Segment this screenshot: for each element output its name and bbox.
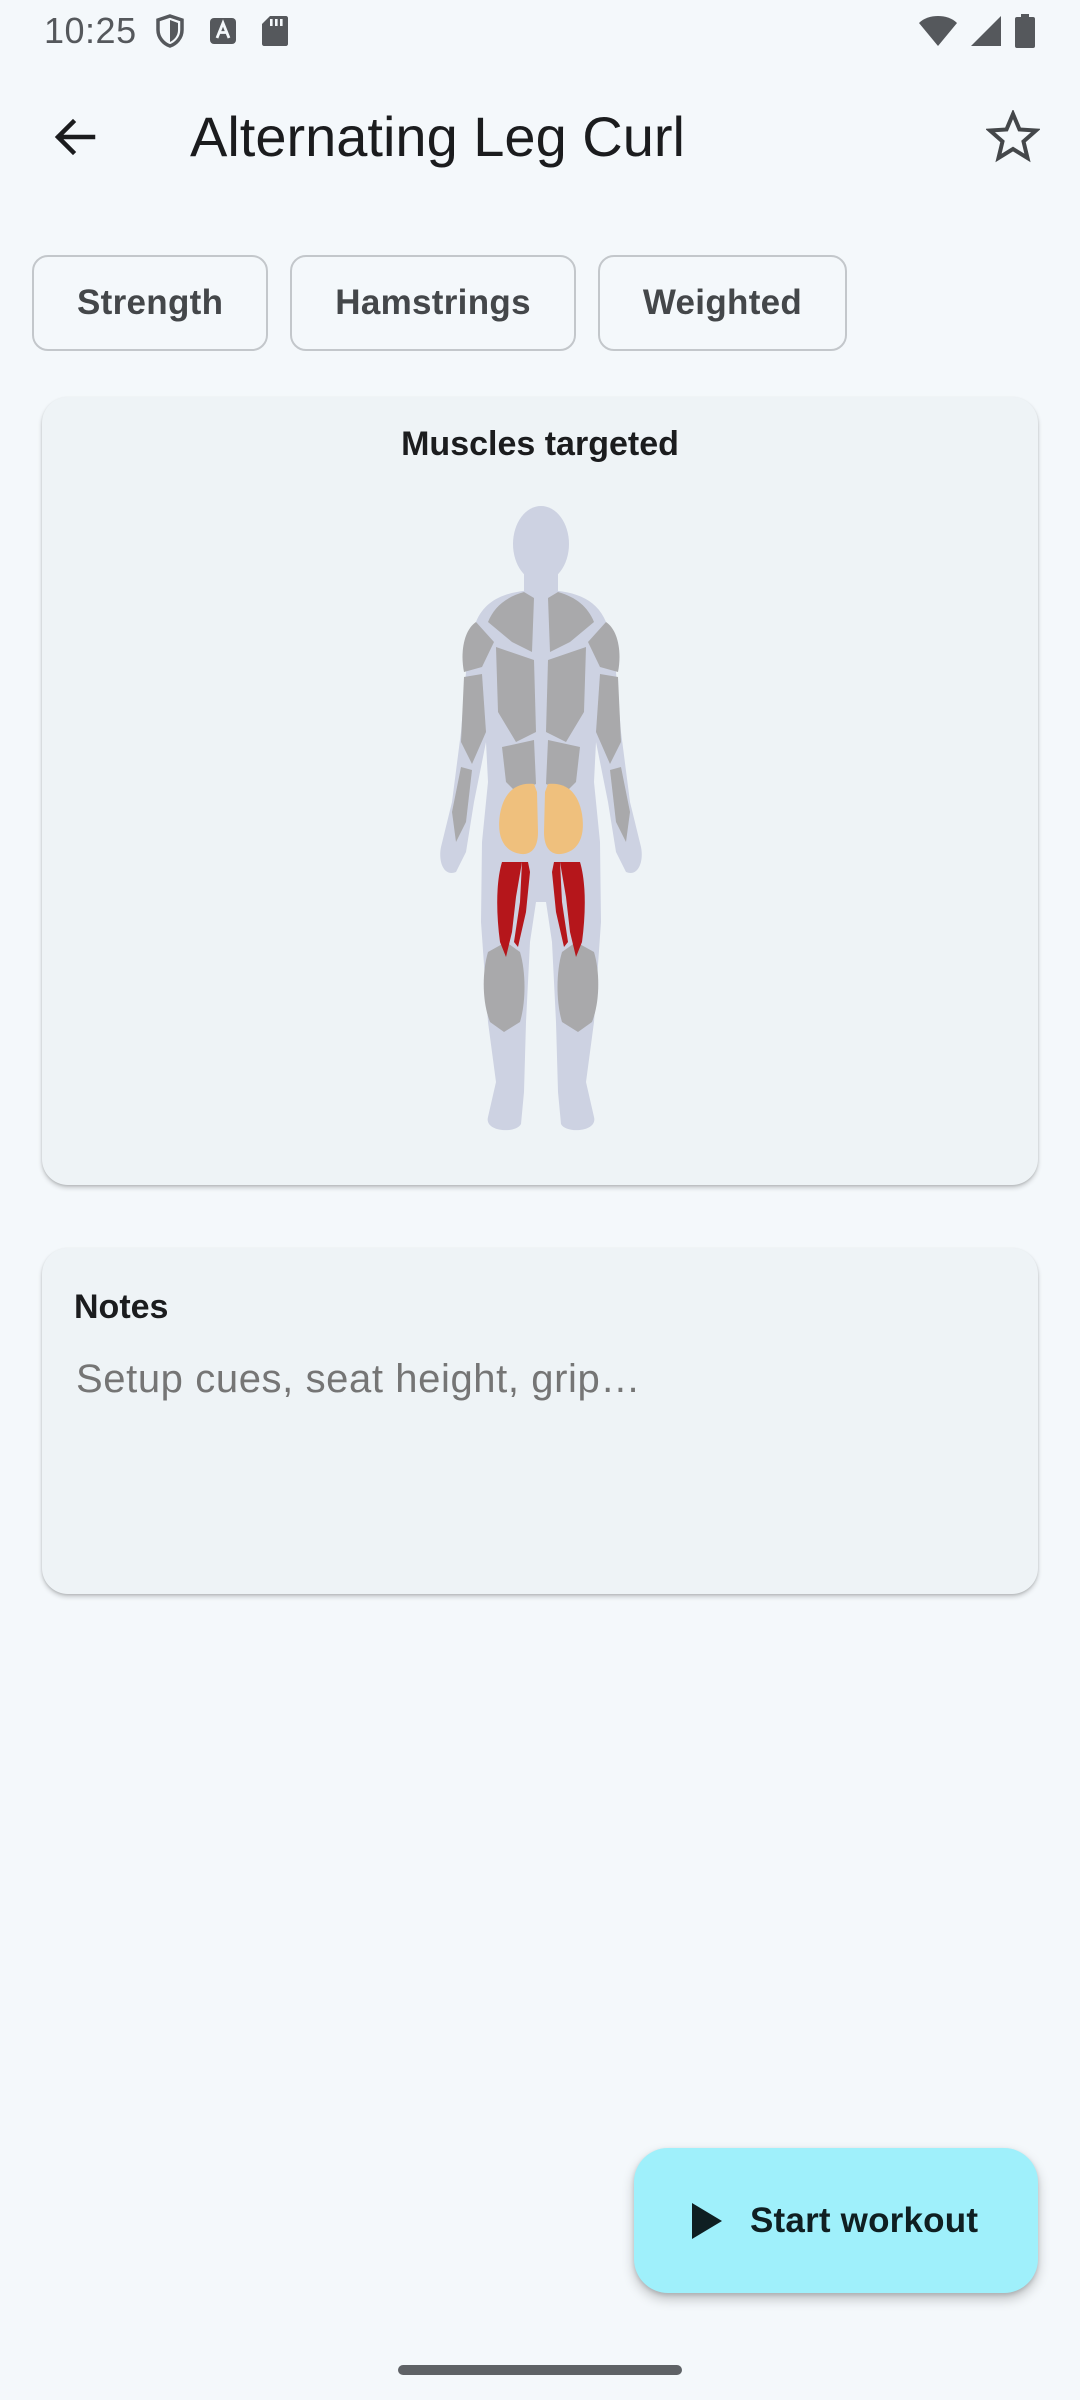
favorite-button[interactable]: [968, 92, 1058, 182]
shield-icon: [155, 14, 184, 48]
status-left-icons: [155, 14, 289, 48]
battery-icon: [1015, 14, 1035, 48]
chip-weighted[interactable]: Weighted: [597, 255, 848, 351]
start-workout-button[interactable]: Start workout: [634, 2148, 1038, 2293]
wifi-icon: [919, 16, 957, 46]
notes-title: Notes: [74, 1288, 169, 1326]
status-right-icons: [918, 14, 1036, 48]
sd-card-icon: [261, 16, 288, 46]
chip-strength[interactable]: Strength: [32, 255, 269, 351]
muscles-card-title: Muscles targeted: [401, 425, 679, 463]
muscles-targeted-card: Muscles targeted: [42, 397, 1038, 1185]
a-notification-icon: [209, 18, 236, 44]
status-bar: 10:25: [0, 0, 1080, 62]
start-workout-label: Start workout: [750, 2200, 979, 2240]
play-icon: [692, 2202, 722, 2239]
page-title: Alternating Leg Curl: [190, 105, 685, 168]
notes-card: Notes: [42, 1248, 1038, 1594]
star-outline-icon: [986, 110, 1040, 163]
gesture-navigation-bar[interactable]: [398, 2365, 682, 2375]
cell-signal-icon: [971, 16, 1001, 46]
status-time: 10:25: [44, 10, 137, 51]
exercise-tags: Strength Hamstrings Weighted: [32, 255, 848, 351]
top-app-bar: Alternating Leg Curl: [0, 62, 1080, 212]
arrow-back-icon: [54, 118, 96, 156]
body-muscle-map: [440, 506, 642, 1131]
notes-input[interactable]: [74, 1356, 998, 1403]
back-button[interactable]: [30, 92, 120, 182]
chip-hamstrings[interactable]: Hamstrings: [290, 255, 576, 351]
body-silhouette: [440, 506, 642, 1131]
